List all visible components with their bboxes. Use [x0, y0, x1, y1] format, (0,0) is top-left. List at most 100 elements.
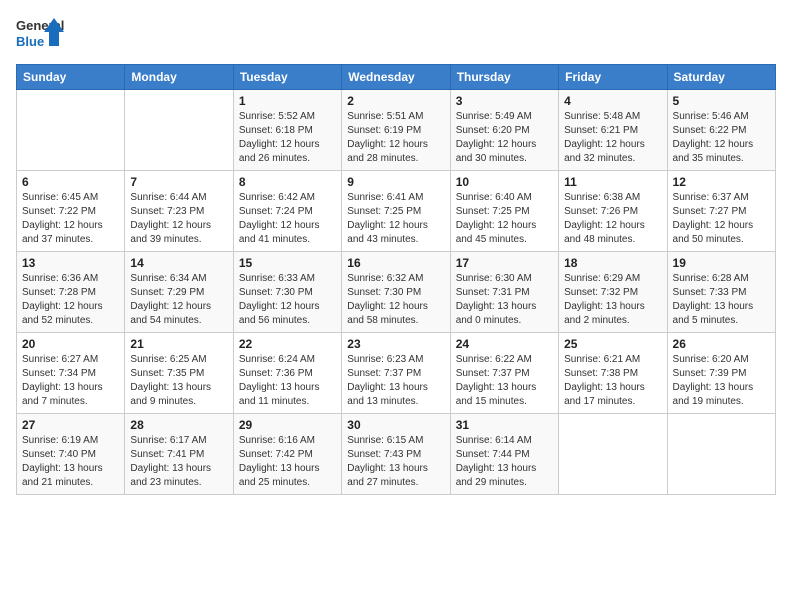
day-detail: Sunrise: 6:34 AM Sunset: 7:29 PM Dayligh… [130, 272, 227, 328]
day-number: 20 [22, 337, 119, 351]
calendar-cell: 2 Sunrise: 5:51 AM Sunset: 6:19 PM Daylig… [342, 90, 450, 171]
calendar-cell: 16Sunrise: 6:32 AM Sunset: 7:30 PM Dayli… [342, 252, 450, 333]
calendar-cell: 17Sunrise: 6:30 AM Sunset: 7:31 PM Dayli… [450, 252, 558, 333]
day-detail: Sunrise: 6:36 AM Sunset: 7:28 PM Dayligh… [22, 272, 119, 328]
day-detail: Sunrise: 5:49 AM Sunset: 6:20 PM Dayligh… [456, 110, 553, 166]
calendar-cell: 10 Sunrise: 6:40 AM Sunset: 7:25 PM Dayli… [450, 171, 558, 252]
calendar-cell: 26 Sunrise: 6:20 AM Sunset: 7:39 PM Dayli… [667, 333, 775, 414]
calendar-cell: 12 Sunrise: 6:37 AM Sunset: 7:27 PM Dayli… [667, 171, 775, 252]
calendar-cell: 20 Sunrise: 6:27 AM Sunset: 7:34 PM Dayli… [17, 333, 125, 414]
calendar-cell: 15 Sunrise: 6:33 AM Sunset: 7:30 PM Dayli… [233, 252, 341, 333]
day-detail: Sunrise: 6:32 AM Sunset: 7:30 PM Dayligh… [347, 272, 444, 328]
day-detail: Sunrise: 6:21 AM Sunset: 7:38 PM Dayligh… [564, 353, 661, 409]
calendar-cell: 25 Sunrise: 6:21 AM Sunset: 7:38 PM Dayli… [559, 333, 667, 414]
header-day-thursday: Thursday [450, 65, 558, 90]
day-number: 13 [22, 256, 119, 270]
day-number: 6 [22, 175, 119, 189]
calendar-cell: 21Sunrise: 6:25 AM Sunset: 7:35 PM Dayli… [125, 333, 233, 414]
day-detail: Sunrise: 6:25 AM Sunset: 7:35 PM Dayligh… [130, 353, 227, 409]
calendar-cell: 23 Sunrise: 6:23 AM Sunset: 7:37 PM Dayli… [342, 333, 450, 414]
calendar-cell [17, 90, 125, 171]
page-header: General Blue [16, 16, 776, 54]
calendar-cell: 13 Sunrise: 6:36 AM Sunset: 7:28 PM Dayli… [17, 252, 125, 333]
day-number: 26 [673, 337, 770, 351]
day-number: 17 [456, 256, 553, 270]
day-number: 31 [456, 418, 553, 432]
day-detail: Sunrise: 6:17 AM Sunset: 7:41 PM Dayligh… [130, 434, 227, 490]
day-number: 29 [239, 418, 336, 432]
calendar-cell [667, 414, 775, 495]
day-number: 9 [347, 175, 444, 189]
day-number: 18 [564, 256, 661, 270]
header-day-monday: Monday [125, 65, 233, 90]
calendar-cell: 31Sunrise: 6:14 AM Sunset: 7:44 PM Dayli… [450, 414, 558, 495]
day-detail: Sunrise: 6:38 AM Sunset: 7:26 PM Dayligh… [564, 191, 661, 247]
calendar-cell: 18 Sunrise: 6:29 AM Sunset: 7:32 PM Dayli… [559, 252, 667, 333]
calendar-cell: 19 Sunrise: 6:28 AM Sunset: 7:33 PM Dayli… [667, 252, 775, 333]
calendar-cell: 8 Sunrise: 6:42 AM Sunset: 7:24 PM Daylig… [233, 171, 341, 252]
day-detail: Sunrise: 6:15 AM Sunset: 7:43 PM Dayligh… [347, 434, 444, 490]
header-row: SundayMondayTuesdayWednesdayThursdayFrid… [17, 65, 776, 90]
week-row-0: 1Sunrise: 5:52 AM Sunset: 6:18 PM Daylig… [17, 90, 776, 171]
day-detail: Sunrise: 6:29 AM Sunset: 7:32 PM Dayligh… [564, 272, 661, 328]
calendar-cell: 30 Sunrise: 6:15 AM Sunset: 7:43 PM Dayli… [342, 414, 450, 495]
day-number: 30 [347, 418, 444, 432]
week-row-1: 6 Sunrise: 6:45 AM Sunset: 7:22 PM Daylig… [17, 171, 776, 252]
day-number: 10 [456, 175, 553, 189]
calendar-cell [125, 90, 233, 171]
day-detail: Sunrise: 6:42 AM Sunset: 7:24 PM Dayligh… [239, 191, 336, 247]
calendar-table: SundayMondayTuesdayWednesdayThursdayFrid… [16, 64, 776, 495]
logo-icon: General Blue [16, 16, 66, 54]
day-number: 2 [347, 94, 444, 108]
day-number: 25 [564, 337, 661, 351]
calendar-cell [559, 414, 667, 495]
day-detail: Sunrise: 6:40 AM Sunset: 7:25 PM Dayligh… [456, 191, 553, 247]
calendar-cell: 24 Sunrise: 6:22 AM Sunset: 7:37 PM Dayli… [450, 333, 558, 414]
week-row-4: 27Sunrise: 6:19 AM Sunset: 7:40 PM Dayli… [17, 414, 776, 495]
calendar-cell: 1Sunrise: 5:52 AM Sunset: 6:18 PM Daylig… [233, 90, 341, 171]
day-number: 8 [239, 175, 336, 189]
day-detail: Sunrise: 6:24 AM Sunset: 7:36 PM Dayligh… [239, 353, 336, 409]
calendar-header: SundayMondayTuesdayWednesdayThursdayFrid… [17, 65, 776, 90]
day-detail: Sunrise: 5:51 AM Sunset: 6:19 PM Dayligh… [347, 110, 444, 166]
day-detail: Sunrise: 6:22 AM Sunset: 7:37 PM Dayligh… [456, 353, 553, 409]
day-number: 3 [456, 94, 553, 108]
header-day-saturday: Saturday [667, 65, 775, 90]
day-number: 7 [130, 175, 227, 189]
day-detail: Sunrise: 6:44 AM Sunset: 7:23 PM Dayligh… [130, 191, 227, 247]
week-row-3: 20 Sunrise: 6:27 AM Sunset: 7:34 PM Dayli… [17, 333, 776, 414]
calendar-cell: 3 Sunrise: 5:49 AM Sunset: 6:20 PM Daylig… [450, 90, 558, 171]
calendar-cell: 6 Sunrise: 6:45 AM Sunset: 7:22 PM Daylig… [17, 171, 125, 252]
day-detail: Sunrise: 6:37 AM Sunset: 7:27 PM Dayligh… [673, 191, 770, 247]
day-detail: Sunrise: 5:46 AM Sunset: 6:22 PM Dayligh… [673, 110, 770, 166]
calendar-cell: 9 Sunrise: 6:41 AM Sunset: 7:25 PM Daylig… [342, 171, 450, 252]
day-number: 28 [130, 418, 227, 432]
day-number: 19 [673, 256, 770, 270]
calendar-cell: 7 Sunrise: 6:44 AM Sunset: 7:23 PM Daylig… [125, 171, 233, 252]
day-number: 23 [347, 337, 444, 351]
logo: General Blue [16, 16, 66, 54]
day-detail: Sunrise: 6:41 AM Sunset: 7:25 PM Dayligh… [347, 191, 444, 247]
calendar-cell: 4Sunrise: 5:48 AM Sunset: 6:21 PM Daylig… [559, 90, 667, 171]
day-detail: Sunrise: 6:20 AM Sunset: 7:39 PM Dayligh… [673, 353, 770, 409]
calendar-cell: 29Sunrise: 6:16 AM Sunset: 7:42 PM Dayli… [233, 414, 341, 495]
day-detail: Sunrise: 6:27 AM Sunset: 7:34 PM Dayligh… [22, 353, 119, 409]
header-day-sunday: Sunday [17, 65, 125, 90]
day-detail: Sunrise: 5:48 AM Sunset: 6:21 PM Dayligh… [564, 110, 661, 166]
day-number: 11 [564, 175, 661, 189]
day-detail: Sunrise: 6:28 AM Sunset: 7:33 PM Dayligh… [673, 272, 770, 328]
day-number: 12 [673, 175, 770, 189]
header-day-friday: Friday [559, 65, 667, 90]
day-number: 14 [130, 256, 227, 270]
calendar-cell: 22 Sunrise: 6:24 AM Sunset: 7:36 PM Dayli… [233, 333, 341, 414]
calendar-cell: 28 Sunrise: 6:17 AM Sunset: 7:41 PM Dayli… [125, 414, 233, 495]
calendar-cell: 11 Sunrise: 6:38 AM Sunset: 7:26 PM Dayli… [559, 171, 667, 252]
calendar-cell: 5Sunrise: 5:46 AM Sunset: 6:22 PM Daylig… [667, 90, 775, 171]
day-detail: Sunrise: 6:33 AM Sunset: 7:30 PM Dayligh… [239, 272, 336, 328]
day-number: 22 [239, 337, 336, 351]
calendar-cell: 27Sunrise: 6:19 AM Sunset: 7:40 PM Dayli… [17, 414, 125, 495]
day-detail: Sunrise: 6:23 AM Sunset: 7:37 PM Dayligh… [347, 353, 444, 409]
day-detail: Sunrise: 6:45 AM Sunset: 7:22 PM Dayligh… [22, 191, 119, 247]
day-number: 15 [239, 256, 336, 270]
day-number: 24 [456, 337, 553, 351]
